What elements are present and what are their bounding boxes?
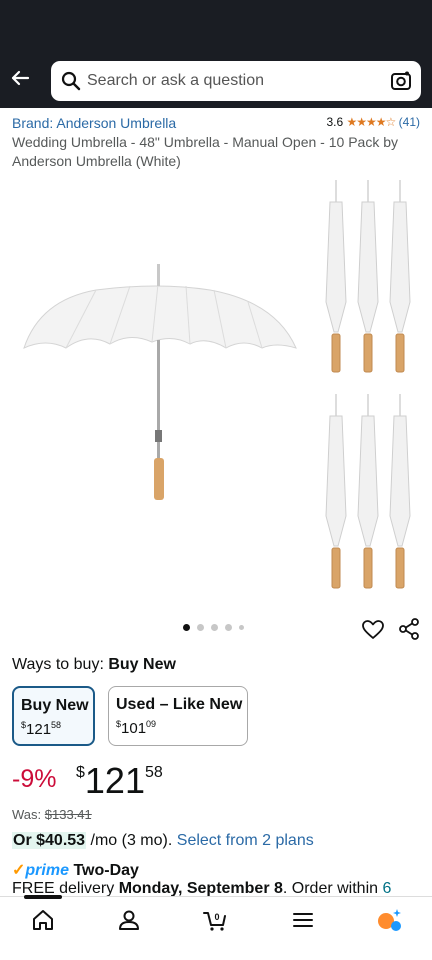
- option-price-dollars: 121: [26, 721, 52, 738]
- pagination-dot[interactable]: [183, 624, 190, 631]
- option-label: Used – Like New: [116, 696, 243, 713]
- search-header: Search or ask a question: [0, 52, 432, 108]
- bottom-navigation: 0: [0, 895, 432, 960]
- monthly-amount: $40.53: [36, 832, 86, 849]
- status-bar: [0, 0, 432, 52]
- monthly-amount-highlight: Or $40.53: [12, 832, 87, 849]
- pagination-dot[interactable]: [211, 624, 218, 631]
- closed-umbrellas-image: [325, 180, 411, 589]
- select-plans-link[interactable]: Select from 2 plans: [177, 832, 314, 849]
- search-placeholder: Search or ask a question: [87, 72, 264, 89]
- currency-symbol: $: [76, 764, 85, 781]
- home-icon[interactable]: [30, 907, 56, 933]
- used-like-new-option[interactable]: Used – Like New $10109: [108, 686, 248, 746]
- option-price-dollars: 101: [121, 720, 147, 737]
- svg-text:0: 0: [214, 912, 219, 922]
- pagination-dot[interactable]: [197, 624, 204, 631]
- open-umbrella-image: [23, 264, 297, 500]
- delivery-countdown: 6: [382, 880, 392, 897]
- ways-to-buy: Ways to buy: Buy New: [12, 656, 176, 674]
- rating-count[interactable]: (41): [399, 115, 420, 129]
- image-pagination-dots[interactable]: [183, 624, 244, 631]
- share-icon[interactable]: [398, 618, 420, 640]
- monthly-payment: Or $40.53 /mo (3 mo). Select from 2 plan…: [12, 832, 314, 850]
- rating-value: 3.6: [326, 115, 344, 129]
- was-label: Was:: [12, 807, 42, 822]
- pagination-dot[interactable]: [225, 624, 232, 631]
- back-arrow-icon[interactable]: [8, 66, 32, 90]
- delivery-suffix: . Order within: [282, 880, 379, 897]
- option-price: $10109: [116, 719, 156, 737]
- option-price-cents: 58: [51, 720, 62, 730]
- product-image: [23, 180, 411, 589]
- prime-check-icon: ✓: [12, 862, 26, 879]
- price-dollars: 121: [84, 760, 145, 801]
- monthly-term: /mo (3 mo).: [90, 832, 173, 849]
- prime-logo: prime: [25, 862, 69, 879]
- was-price: Was: $133.41: [12, 807, 92, 822]
- rating[interactable]: 3.6 ★★★★☆ (41): [326, 115, 420, 129]
- discount-percent: -9%: [12, 765, 57, 793]
- rufus-assistant-icon[interactable]: [376, 907, 402, 933]
- option-price: $12158: [21, 720, 61, 738]
- pagination-dot[interactable]: [239, 625, 244, 630]
- product-image-gallery[interactable]: [0, 172, 432, 612]
- option-price-cents: 09: [146, 719, 157, 729]
- delivery-speed: Two-Day: [73, 862, 139, 879]
- heart-icon[interactable]: [361, 618, 385, 642]
- product-title: Wedding Umbrella - 48" Umbrella - Manual…: [12, 134, 398, 169]
- menu-icon[interactable]: [290, 907, 316, 933]
- price-cents: 58: [144, 764, 163, 781]
- prime-badge: ✓prime Two-Day: [12, 860, 139, 880]
- buy-new-option[interactable]: Buy New $12158: [12, 686, 95, 746]
- camera-search-icon[interactable]: [390, 70, 412, 92]
- monthly-prefix: Or: [13, 832, 32, 849]
- account-icon[interactable]: [116, 907, 142, 933]
- search-input[interactable]: Search or ask a question: [51, 61, 421, 101]
- option-label: Buy New: [21, 697, 89, 714]
- delivery-date: Monday, September 8: [118, 880, 283, 897]
- was-value: $133.41: [44, 807, 92, 822]
- ways-to-buy-label: Ways to buy:: [12, 656, 104, 673]
- search-icon: [61, 71, 81, 91]
- brand-link[interactable]: Brand: Anderson Umbrella: [12, 115, 176, 131]
- ways-to-buy-selected: Buy New: [108, 656, 176, 673]
- active-tab-indicator: [24, 895, 62, 899]
- cart-icon[interactable]: 0: [202, 907, 228, 933]
- current-price: $12158: [76, 760, 163, 802]
- rating-stars: ★★★★☆: [346, 115, 397, 129]
